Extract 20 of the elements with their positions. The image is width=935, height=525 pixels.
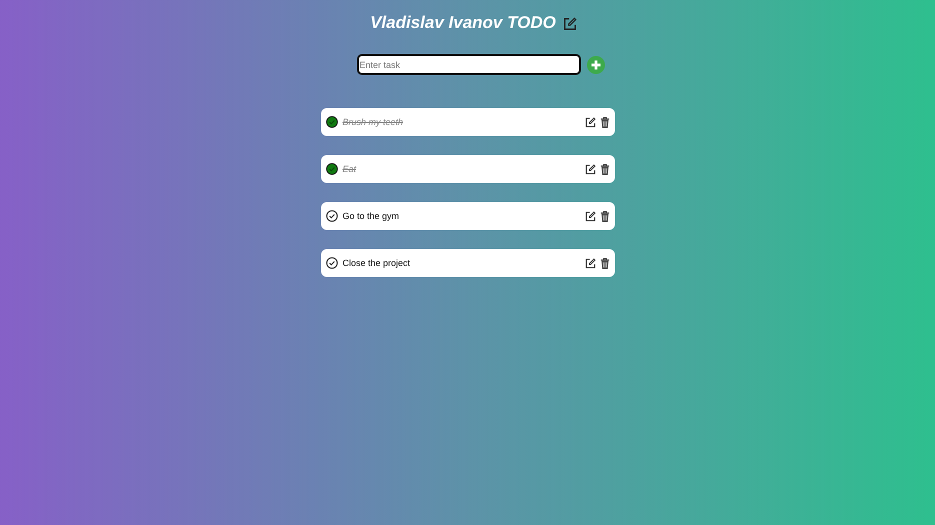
check-icon[interactable] bbox=[326, 116, 338, 128]
edit-icon[interactable] bbox=[584, 116, 596, 128]
task-input-field[interactable]: Enter task bbox=[356, 54, 580, 75]
edit-icon[interactable] bbox=[562, 16, 577, 30]
edit-icon[interactable] bbox=[584, 210, 596, 222]
trash-icon[interactable] bbox=[600, 164, 610, 174]
add-button[interactable] bbox=[586, 56, 604, 74]
edit-icon[interactable] bbox=[584, 258, 596, 268]
task-text: Close the project bbox=[342, 258, 412, 268]
check-icon[interactable] bbox=[326, 257, 338, 269]
check-icon[interactable] bbox=[326, 210, 338, 222]
trash-icon[interactable] bbox=[600, 116, 610, 128]
app-title: Vladislav Ivanov TODO bbox=[370, 13, 556, 33]
task-text: Eat bbox=[342, 164, 358, 174]
check-icon[interactable] bbox=[326, 163, 338, 175]
trash-icon[interactable] bbox=[600, 210, 610, 222]
trash-icon[interactable] bbox=[600, 258, 610, 268]
edit-icon[interactable] bbox=[584, 164, 596, 174]
task-text: Go to the gym bbox=[342, 211, 400, 221]
task-text: Brush my teeth bbox=[342, 117, 404, 127]
